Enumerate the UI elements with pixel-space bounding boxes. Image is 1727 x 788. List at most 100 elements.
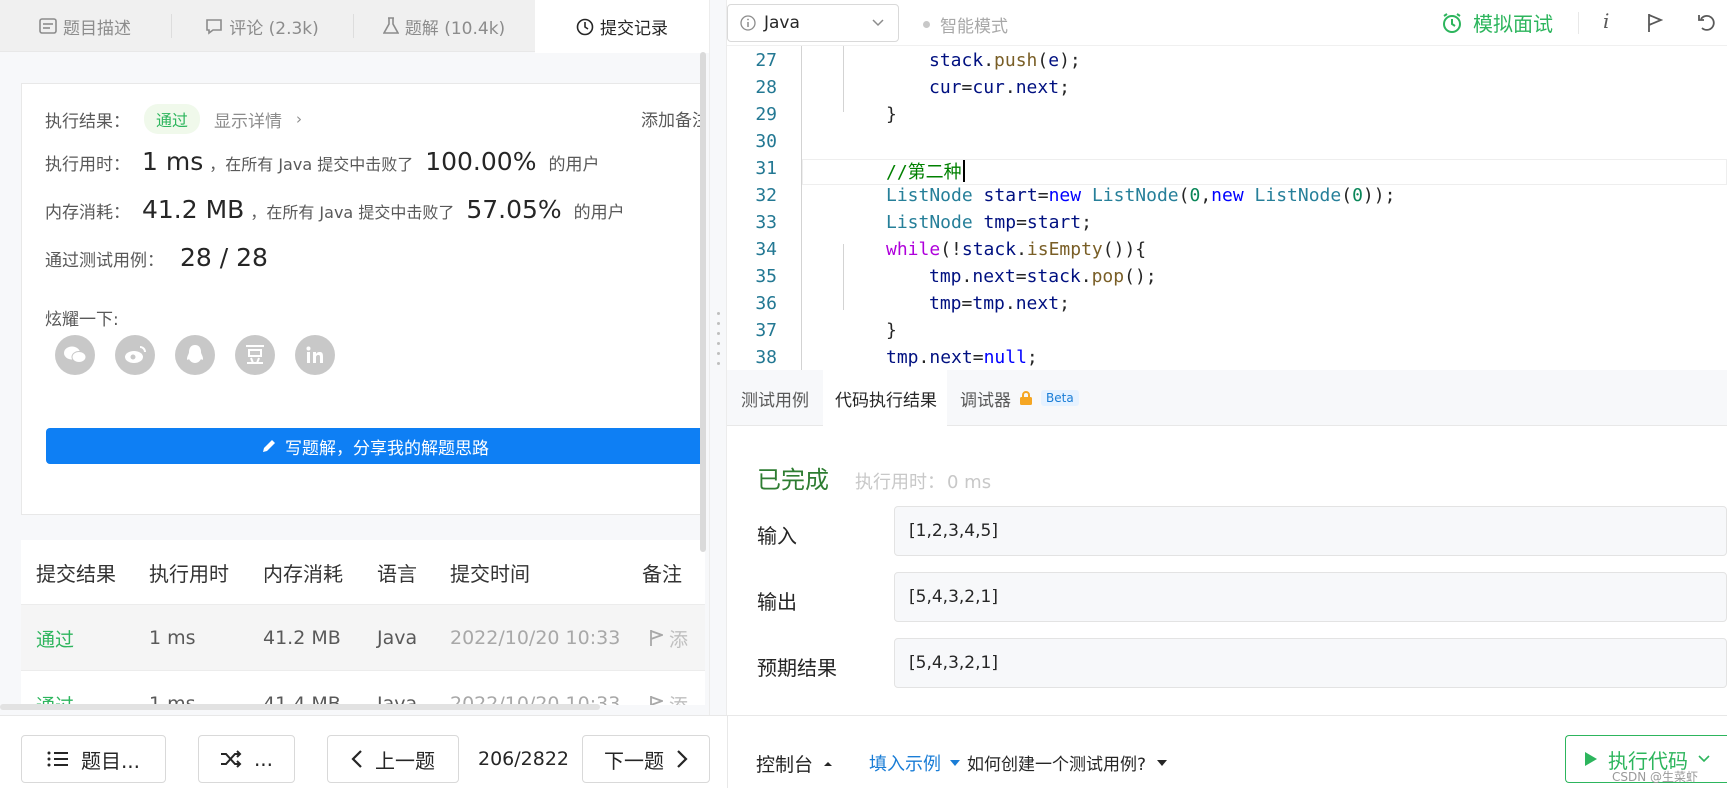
qq-icon[interactable] bbox=[175, 335, 215, 375]
line-number: 27 bbox=[755, 50, 777, 71]
row-language: Java bbox=[377, 627, 418, 649]
expected-value[interactable]: [5,4,3,2,1] bbox=[894, 638, 1727, 688]
prev-problem-button[interactable]: 上一题 bbox=[327, 735, 459, 783]
line-number: 30 bbox=[755, 131, 777, 152]
how-to-label: 如何创建一个测试用例? bbox=[967, 755, 1147, 775]
left-pane: 题目描述 评论 (2.3k) 题解 (10.4k) 提交记录 执行结果： 通过 … bbox=[0, 0, 709, 715]
header-note: 备注 bbox=[642, 561, 682, 586]
memory-users: 的用户 bbox=[573, 203, 625, 223]
show-details-link[interactable]: 显示详情 bbox=[214, 107, 282, 132]
code-line: tmp.next=stack.pop(); bbox=[929, 266, 1157, 287]
shuffle-icon bbox=[220, 750, 242, 768]
tests-label: 通过测试用例： bbox=[45, 251, 164, 271]
row-runtime: 1 ms bbox=[149, 693, 196, 705]
clock-icon bbox=[576, 18, 594, 35]
douban-icon[interactable] bbox=[235, 335, 275, 375]
table-row[interactable]: 通过 1 ms 41.4 MB Java 2022/10/20 10:33 添 bbox=[21, 670, 705, 705]
code-line: stack.push(e); bbox=[929, 50, 1081, 71]
problem-list-label: 题目... bbox=[80, 748, 141, 773]
runtime-text: ，在所有 Java 提交中击败了 bbox=[209, 155, 414, 174]
row-time: 2022/10/20 10:33 bbox=[450, 693, 621, 705]
write-solution-button[interactable]: 写题解，分享我的解题思路 bbox=[46, 428, 704, 464]
problem-list-button[interactable]: 题目... bbox=[21, 735, 166, 783]
code-editor[interactable]: 27 stack.push(e); 28 cur=cur.next; 29 } … bbox=[727, 46, 1727, 370]
how-to-create-testcase[interactable]: 如何创建一个测试用例? bbox=[967, 750, 1168, 775]
weibo-icon[interactable] bbox=[115, 335, 155, 375]
tab-debugger[interactable]: 调试器 Beta bbox=[960, 370, 1079, 426]
tab-comments[interactable]: 评论 (2.3k) bbox=[172, 0, 352, 52]
smart-mode-toggle[interactable]: 智能模式 bbox=[923, 12, 1008, 37]
line-number: 38 bbox=[755, 347, 777, 368]
info-icon bbox=[740, 15, 756, 31]
input-label: 输入 bbox=[757, 524, 797, 548]
next-problem-button[interactable]: 下一题 bbox=[582, 735, 710, 783]
line-number: 35 bbox=[755, 266, 777, 287]
row-runtime: 1 ms bbox=[149, 627, 196, 649]
code-line: tmp=tmp.next; bbox=[929, 293, 1070, 314]
linkedin-icon[interactable] bbox=[295, 335, 335, 375]
editor-toolbar: Java 智能模式 模拟面试 i bbox=[727, 0, 1727, 46]
row-status[interactable]: 通过 bbox=[36, 605, 74, 671]
reset-button[interactable] bbox=[1697, 13, 1717, 33]
table-row[interactable]: 通过 1 ms 41.2 MB Java 2022/10/20 10:33 添 bbox=[21, 604, 705, 670]
list-icon bbox=[47, 751, 68, 767]
fill-example-button[interactable]: 填入示例 bbox=[869, 750, 961, 776]
vertical-scrollbar[interactable] bbox=[700, 52, 706, 552]
language-value: Java bbox=[764, 13, 800, 33]
pane-resize-handle[interactable] bbox=[709, 0, 727, 715]
tab-label: 题目描述 bbox=[63, 18, 131, 39]
console-label: 控制台 bbox=[756, 754, 814, 776]
runtime-value: 1 ms bbox=[142, 147, 204, 176]
mock-interview-button[interactable]: 模拟面试 bbox=[1441, 8, 1553, 37]
comment-icon bbox=[206, 18, 223, 35]
tab-exec-result[interactable]: 代码执行结果 bbox=[823, 370, 947, 427]
line-number: 31 bbox=[755, 158, 777, 179]
memory-label: 内存消耗： bbox=[45, 203, 130, 223]
watermark: CSDN @生菜虾 bbox=[1612, 770, 1699, 784]
output-value[interactable]: [5,4,3,2,1] bbox=[894, 572, 1727, 622]
memory-value: 41.2 MB bbox=[142, 195, 245, 224]
reset-icon bbox=[1698, 15, 1715, 31]
input-value[interactable]: [1,2,3,4,5] bbox=[894, 506, 1727, 556]
flag-button[interactable] bbox=[1647, 13, 1663, 33]
tab-label: 题解 (10.4k) bbox=[404, 18, 506, 39]
row-memory: 41.4 MB bbox=[263, 693, 341, 705]
tab-submissions[interactable]: 提交记录 bbox=[535, 0, 709, 53]
row-status[interactable]: 通过 bbox=[36, 671, 74, 706]
row-note-label: 添 bbox=[669, 628, 689, 651]
line-number: 28 bbox=[755, 77, 777, 98]
chevron-left-icon bbox=[351, 750, 362, 768]
description-icon bbox=[39, 18, 57, 34]
row-add-note[interactable]: 添 bbox=[649, 605, 688, 671]
horizontal-scrollbar[interactable] bbox=[0, 704, 600, 710]
code-line: } bbox=[886, 320, 897, 341]
language-select[interactable]: Java bbox=[727, 4, 899, 42]
random-label: ... bbox=[253, 747, 274, 771]
status-label: 执行结果： bbox=[45, 111, 130, 132]
row-note-label: 添 bbox=[669, 691, 688, 706]
add-note-button[interactable]: 添加备注 bbox=[635, 106, 705, 131]
wechat-icon[interactable] bbox=[55, 335, 95, 375]
line-number: 37 bbox=[755, 320, 777, 341]
header-memory: 内存消耗 bbox=[263, 561, 343, 586]
fill-example-label: 填入示例 bbox=[869, 754, 941, 775]
text-cursor bbox=[963, 160, 965, 182]
tab-description[interactable]: 题目描述 bbox=[0, 0, 170, 52]
code-line: while(!stack.isEmpty()){ bbox=[886, 239, 1147, 260]
flag-icon bbox=[650, 630, 663, 646]
runtime-percent: 100.00% bbox=[425, 147, 537, 176]
smart-mode-label: 智能模式 bbox=[940, 17, 1008, 37]
console-toggle[interactable]: 控制台 bbox=[756, 750, 833, 777]
random-problem-button[interactable]: ... bbox=[198, 735, 295, 783]
row-add-note[interactable]: 添 bbox=[649, 671, 688, 705]
tab-solutions[interactable]: 题解 (10.4k) bbox=[354, 0, 534, 52]
tab-testcase[interactable]: 测试用例 bbox=[741, 370, 809, 426]
info-button-icon[interactable]: i bbox=[1603, 9, 1609, 33]
expected-label: 预期结果 bbox=[757, 656, 837, 680]
code-comment: //第二种 bbox=[886, 162, 962, 183]
mock-interview-label: 模拟面试 bbox=[1473, 12, 1553, 36]
header-time: 提交时间 bbox=[450, 561, 530, 586]
caret-up-icon bbox=[824, 761, 833, 766]
bottom-bar: 题目... ... 上一题 206/2822 下一题 控制台 填入示例 如何创建… bbox=[0, 715, 1727, 788]
problem-counter: 206/2822 bbox=[478, 748, 570, 770]
